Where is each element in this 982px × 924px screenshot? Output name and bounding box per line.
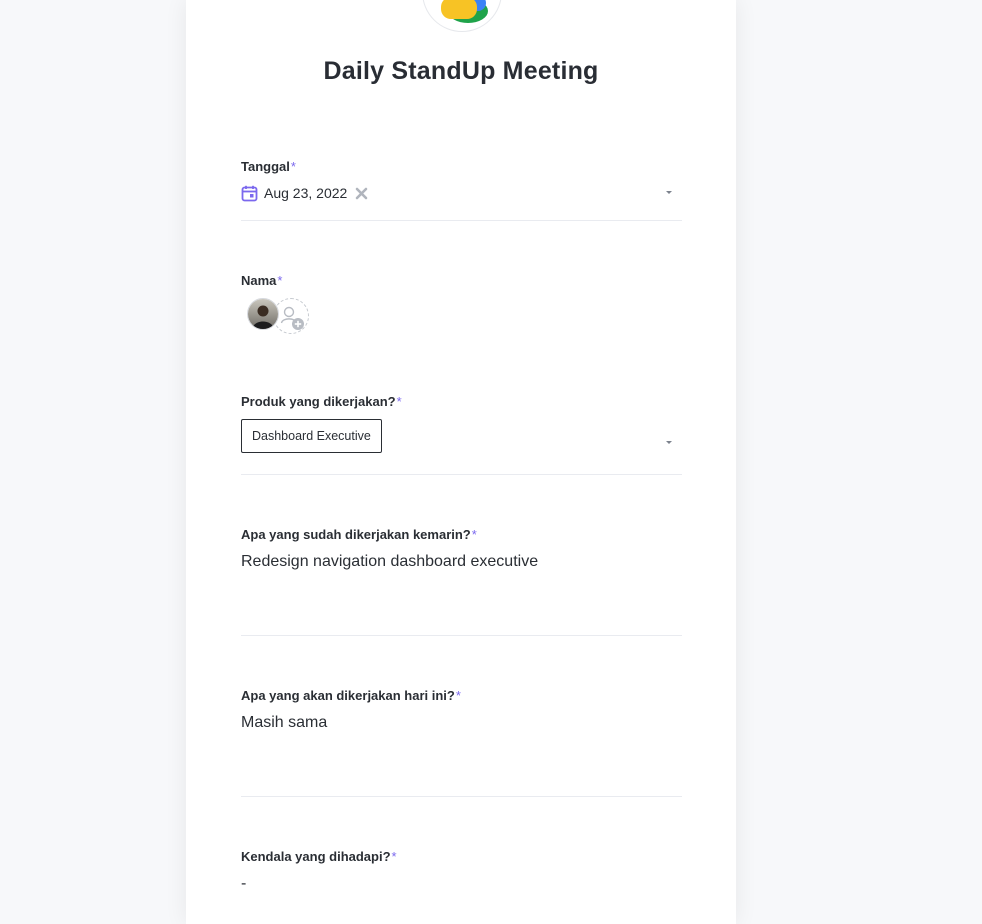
caret-down-icon[interactable] xyxy=(666,441,672,444)
form-logo xyxy=(422,0,502,32)
logo-icon xyxy=(441,0,488,23)
today-divider xyxy=(241,796,682,797)
today-label: Apa yang akan dikerjakan hari ini?* xyxy=(241,688,461,703)
yesterday-label: Apa yang sudah dikerjakan kemarin?* xyxy=(241,527,477,542)
required-asterisk: * xyxy=(396,394,402,409)
required-asterisk: * xyxy=(391,849,397,864)
date-field: Tanggal* Aug 23, 2022 xyxy=(241,158,682,221)
calendar-icon[interactable] xyxy=(241,185,258,202)
avatar[interactable] xyxy=(247,298,279,330)
product-field: Produk yang dikerjakan?* Dashboard Execu… xyxy=(241,393,682,475)
name-label: Nama* xyxy=(241,273,283,288)
yesterday-divider xyxy=(241,635,682,636)
form-card: Daily StandUp Meeting Tanggal* Aug 23, 2… xyxy=(186,0,736,924)
required-asterisk: * xyxy=(277,273,283,288)
product-dropdown[interactable]: Dashboard Executive xyxy=(241,419,382,453)
name-field: Nama* xyxy=(241,272,682,344)
today-field: Apa yang akan dikerjakan hari ini?* Masi… xyxy=(241,687,682,797)
required-asterisk: * xyxy=(290,159,296,174)
close-icon[interactable] xyxy=(355,187,368,200)
today-textarea[interactable]: Masih sama xyxy=(241,714,327,732)
required-asterisk: * xyxy=(455,688,461,703)
date-picker[interactable]: Aug 23, 2022 xyxy=(241,181,682,205)
date-value[interactable]: Aug 23, 2022 xyxy=(264,185,347,201)
caret-down-icon[interactable] xyxy=(666,191,672,194)
date-divider xyxy=(241,220,682,221)
blocker-textarea[interactable]: - xyxy=(241,875,246,893)
yesterday-textarea[interactable]: Redesign navigation dashboard executive xyxy=(241,553,538,571)
required-asterisk: * xyxy=(471,527,477,542)
blocker-label: Kendala yang dihadapi?* xyxy=(241,849,397,864)
yesterday-field: Apa yang sudah dikerjakan kemarin?* Rede… xyxy=(241,526,682,636)
product-label: Produk yang dikerjakan?* xyxy=(241,394,402,409)
blocker-field: Kendala yang dihadapi?* - xyxy=(241,848,682,924)
assignee-picker[interactable] xyxy=(247,298,317,334)
form-title: Daily StandUp Meeting xyxy=(323,57,599,85)
date-label: Tanggal* xyxy=(241,159,296,174)
product-divider xyxy=(241,474,682,475)
